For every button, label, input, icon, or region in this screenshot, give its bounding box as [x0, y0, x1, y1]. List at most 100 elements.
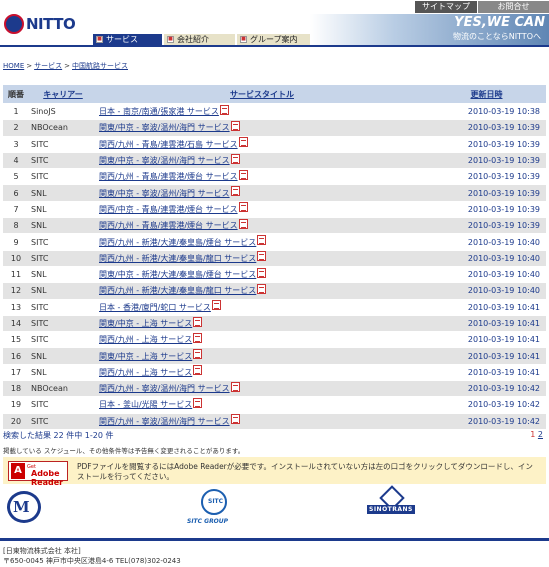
cell-updated: 2010-03-19 10:40 [427, 234, 546, 250]
service-title-link[interactable]: 関西/九州 - 寧波/温州/海門 サービス [99, 417, 230, 426]
pdf-icon[interactable] [230, 153, 240, 164]
service-title-link[interactable]: 関西/九州 - 寧波/温州/海門 サービス [99, 384, 230, 393]
partner-logo-sinotrans[interactable]: SINOTRANS [365, 485, 425, 519]
cell-no: 7 [3, 201, 29, 218]
nitto-logo[interactable]: NITTO [4, 12, 76, 38]
pdf-icon[interactable] [230, 381, 240, 392]
cell-title[interactable]: 関西/九州 - 青島/連雲港/煙台 サービス [97, 169, 427, 185]
cell-carrier: SITC [29, 136, 97, 152]
pdf-icon[interactable] [238, 137, 248, 148]
partner-m-icon: M [13, 498, 30, 516]
cell-title[interactable]: 関西/九州 - 寧波/温州/海門 サービス [97, 381, 427, 397]
pdf-icon[interactable] [193, 349, 203, 360]
breadcrumb-current[interactable]: 中国航路サービス [72, 62, 128, 70]
service-title-link[interactable]: 関東/中京 - 上海 サービス [99, 352, 192, 361]
service-title-link[interactable]: 日本 - 香港/廈門/蛇口 サービス [99, 303, 211, 312]
sinotrans-label: SINOTRANS [367, 505, 415, 514]
sitemap-link[interactable]: サイトマップ [415, 1, 477, 13]
nav-group[interactable]: ■ グループ案内 [236, 34, 310, 45]
page-current: 1 [530, 430, 536, 439]
pdf-icon[interactable] [230, 120, 240, 131]
service-title-link[interactable]: 関西/九州 - 上海 サービス [99, 335, 192, 344]
page-next-link[interactable]: 2 [538, 430, 543, 439]
cell-title[interactable]: 関西/九州 - 青島/連雲港/石島 サービス [97, 136, 427, 152]
nav-services[interactable]: ■ サービス [93, 34, 162, 45]
nav-company[interactable]: ■ 会社紹介 [163, 34, 235, 45]
cell-no: 10 [3, 250, 29, 266]
pdf-icon[interactable] [193, 397, 203, 408]
service-title-link[interactable]: 関西/九州 - 新港/大連/秦皇島/龍口 サービス [99, 254, 256, 263]
cell-carrier: SNL [29, 218, 97, 234]
pdf-icon[interactable] [238, 169, 248, 180]
footer-company: [日東物流株式会社 本社] [3, 547, 81, 555]
cell-title[interactable]: 関西/九州 - 上海 サービス [97, 332, 427, 348]
service-title-link[interactable]: 関西/九州 - 新港/大連/秦皇島/煙台 サービス [99, 238, 256, 247]
cell-no: 20 [3, 413, 29, 429]
breadcrumb-services[interactable]: サービス [34, 62, 62, 70]
pdf-icon[interactable] [219, 104, 229, 115]
cell-carrier: NBOcean [29, 120, 97, 136]
pdf-icon[interactable] [230, 414, 240, 425]
breadcrumb-home[interactable]: HOME [3, 62, 24, 70]
cell-no: 16 [3, 348, 29, 364]
pdf-icon[interactable] [193, 332, 203, 343]
cell-title[interactable]: 関西/九州 - 上海 サービス [97, 364, 427, 381]
pdf-icon[interactable] [230, 186, 240, 197]
pdf-icon[interactable] [193, 316, 203, 327]
cell-no: 8 [3, 218, 29, 234]
cell-updated: 2010-03-19 10:42 [427, 381, 546, 397]
service-title-link[interactable]: 関東/中京 - 寧波/温州/海門 サービス [99, 123, 230, 132]
partner-logo-sitc[interactable]: SITC SITC GROUP [185, 489, 245, 529]
cell-title[interactable]: 関東/中京 - 上海 サービス [97, 315, 427, 332]
service-title-link[interactable]: 関西/九州 - 青島/連雲港/煙台 サービス [99, 221, 238, 230]
cell-no: 6 [3, 185, 29, 201]
cell-no: 11 [3, 266, 29, 283]
cell-title[interactable]: 関西/九州 - 新港/大連/秦皇島/龍口 サービス [97, 283, 427, 299]
col-carrier[interactable]: キャリアー [29, 85, 97, 103]
cell-title[interactable]: 日本 - 香港/廈門/蛇口 サービス [97, 299, 427, 315]
service-title-link[interactable]: 関西/九州 - 上海 サービス [99, 368, 192, 377]
cell-title[interactable]: 日本 - 釜山/光陽 サービス [97, 397, 427, 413]
cell-title[interactable]: 関東/中京 - 寧波/温州/海門 サービス [97, 120, 427, 136]
partner-logo-m[interactable]: M [5, 489, 45, 525]
service-title-link[interactable]: 関東/中京 - 新港/大連/秦皇島/煙台 サービス [99, 270, 256, 279]
cell-updated: 2010-03-19 10:41 [427, 299, 546, 315]
breadcrumb: HOME > サービス > 中国航路サービス [3, 61, 128, 71]
service-title-link[interactable]: 関西/九州 - 青島/連雲港/石島 サービス [99, 140, 238, 149]
cell-title[interactable]: 関西/九州 - 青島/連雲港/煙台 サービス [97, 218, 427, 234]
service-title-link[interactable]: 関西/中京 - 青島/連雲港/煙台 サービス [99, 205, 238, 214]
pdf-icon[interactable] [257, 235, 267, 246]
cell-title[interactable]: 関東/中京 - 寧波/温州/海門 サービス [97, 185, 427, 201]
cell-no: 9 [3, 234, 29, 250]
cell-title[interactable]: 関東/中京 - 寧波/温州/海門 サービス [97, 152, 427, 169]
service-title-link[interactable]: 関東/中京 - 寧波/温州/海門 サービス [99, 189, 230, 198]
cell-title[interactable]: 日本 - 南京/南通/張家港 サービス [97, 104, 427, 120]
service-title-link[interactable]: 関西/九州 - 新港/大連/秦皇島/龍口 サービス [99, 286, 256, 295]
pdf-icon[interactable] [257, 283, 267, 294]
service-title-link[interactable]: 関西/九州 - 青島/連雲港/煙台 サービス [99, 172, 238, 181]
cell-title[interactable]: 関西/中京 - 青島/連雲港/煙台 サービス [97, 201, 427, 218]
table-row: 10 SITC 関西/九州 - 新港/大連/秦皇島/龍口 サービス 2010-03-1… [3, 250, 546, 266]
pdf-icon[interactable] [238, 202, 248, 213]
cell-title[interactable]: 関西/九州 - 新港/大連/秦皇島/龍口 サービス [97, 250, 427, 266]
service-title-link[interactable]: 関東/中京 - 上海 サービス [99, 319, 192, 328]
col-title[interactable]: サービスタイトル [97, 85, 427, 103]
cell-title[interactable]: 関西/九州 - 寧波/温州/海門 サービス [97, 413, 427, 429]
nav-company-label: 会社紹介 [177, 35, 209, 44]
service-title-link[interactable]: 日本 - 釜山/光陽 サービス [99, 400, 192, 409]
service-title-link[interactable]: 関東/中京 - 寧波/温州/海門 サービス [99, 156, 230, 165]
cell-title[interactable]: 関西/九州 - 新港/大連/秦皇島/煙台 サービス [97, 234, 427, 250]
cell-title[interactable]: 関東/中京 - 上海 サービス [97, 348, 427, 364]
pdf-icon[interactable] [257, 251, 267, 262]
pdf-icon[interactable] [211, 300, 221, 311]
get-adobe-reader-button[interactable]: A Get Adobe Reader [8, 461, 68, 487]
table-header-row: 順番 キャリアー サービスタイトル 更新日時 [3, 85, 546, 103]
cell-updated: 2010-03-19 10:40 [427, 266, 546, 283]
col-updated[interactable]: 更新日時 [427, 85, 546, 103]
pdf-icon[interactable] [193, 365, 203, 376]
pdf-icon[interactable] [257, 267, 267, 278]
cell-title[interactable]: 関東/中京 - 新港/大連/秦皇島/煙台 サービス [97, 266, 427, 283]
contact-link[interactable]: お問合せ [478, 1, 549, 13]
pdf-icon[interactable] [238, 218, 248, 229]
service-title-link[interactable]: 日本 - 南京/南通/張家港 サービス [99, 107, 219, 116]
